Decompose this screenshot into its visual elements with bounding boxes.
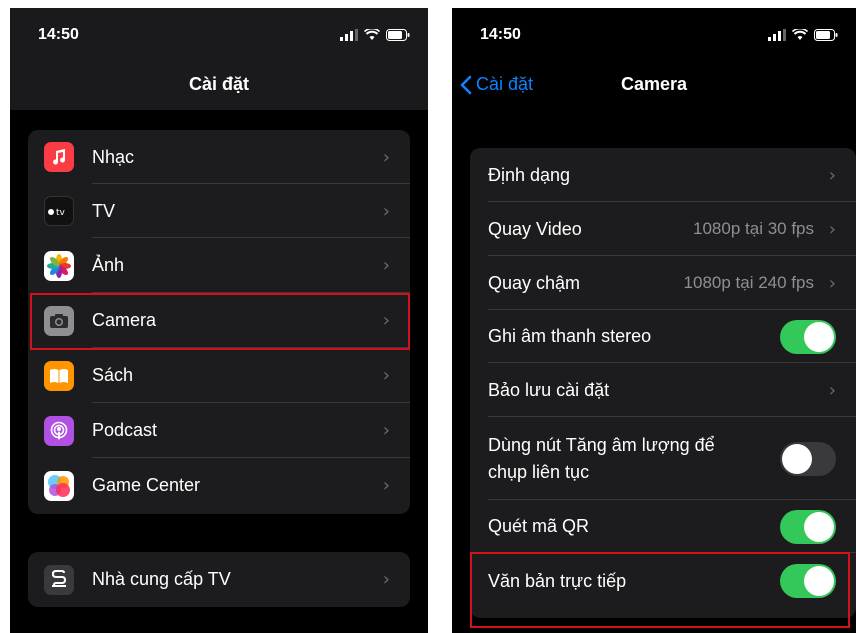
photos-icon xyxy=(44,250,74,281)
chevron-right-icon: › xyxy=(382,255,390,276)
scan-qr-toggle[interactable] xyxy=(780,509,836,544)
settings-item-label: Bảo lưu cài đặt xyxy=(488,379,610,400)
chevron-right-icon: › xyxy=(382,475,390,496)
chevron-right-icon: › xyxy=(828,164,836,186)
status-time: 14:50 xyxy=(480,26,521,43)
chevron-right-icon: › xyxy=(382,569,390,590)
settings-item-label: Dùng nút Tăng âm lượng để chụp liên tục xyxy=(488,432,715,486)
label-line-1: Dùng nút Tăng âm lượng để xyxy=(488,434,715,455)
settings-item-label: Podcast xyxy=(92,420,158,440)
camera-settings-group: Định dạng › Quay Video 1080p tại 30 fps … xyxy=(470,148,856,618)
settings-group-tv-provider: Nhà cung cấp TV › xyxy=(28,552,410,607)
apple-tv-icon: tv xyxy=(44,196,74,226)
settings-item-label: Định dạng xyxy=(488,164,571,185)
live-text-highlight-box xyxy=(470,552,850,628)
podcast-icon xyxy=(44,415,74,446)
left-phone-screen: 14:50 Cài đặt Nhạc › tv TV › Ảnh › Camer… xyxy=(10,8,428,633)
battery-icon xyxy=(814,29,838,41)
settings-item-preserve-settings[interactable]: Bảo lưu cài đặt › xyxy=(470,363,856,417)
settings-item-label: Game Center xyxy=(92,475,201,495)
record-video-value: 1080p tại 30 fps xyxy=(693,219,814,238)
status-icons xyxy=(768,29,838,41)
books-icon xyxy=(44,360,74,391)
record-slo-mo-value: 1080p tại 240 fps xyxy=(683,273,814,292)
tv-provider-icon xyxy=(44,564,74,595)
settings-item-tv[interactable]: tv TV › xyxy=(28,184,410,238)
settings-item-music[interactable]: Nhạc › xyxy=(28,130,410,184)
settings-item-scan-qr: Quét mã QR xyxy=(470,500,856,553)
toggle-knob xyxy=(804,511,834,542)
settings-item-books[interactable]: Sách › xyxy=(28,348,410,403)
settings-item-record-slo-mo[interactable]: Quay chậm 1080p tại 240 fps › xyxy=(470,256,856,310)
chevron-right-icon: › xyxy=(828,272,836,294)
settings-item-podcast[interactable]: Podcast › xyxy=(28,403,410,458)
chevron-right-icon: › xyxy=(828,218,836,240)
status-icons xyxy=(340,29,410,41)
back-label: Cài đặt xyxy=(476,74,534,94)
status-bar: 14:50 xyxy=(452,26,856,48)
back-button[interactable]: Cài đặt xyxy=(460,74,533,95)
game-center-icon xyxy=(44,470,74,501)
settings-item-label: Quay chậm xyxy=(488,272,581,293)
wifi-icon xyxy=(364,29,380,40)
music-icon xyxy=(44,142,74,172)
toggle-knob xyxy=(782,443,812,474)
settings-item-formats[interactable]: Định dạng › xyxy=(470,148,856,202)
chevron-right-icon: › xyxy=(382,200,390,222)
settings-item-label: Ghi âm thanh stereo xyxy=(488,326,652,346)
wifi-icon xyxy=(792,29,808,40)
settings-item-photos[interactable]: Ảnh › xyxy=(28,238,410,293)
settings-item-label: Quay Video xyxy=(488,218,582,239)
chevron-right-icon: › xyxy=(382,146,390,168)
volume-burst-toggle[interactable] xyxy=(780,441,836,476)
page-title: Camera xyxy=(620,74,688,94)
settings-item-record-video[interactable]: Quay Video 1080p tại 30 fps › xyxy=(470,202,856,256)
signal-icon xyxy=(340,29,358,41)
settings-item-label: Ảnh xyxy=(92,255,125,275)
settings-item-game-center[interactable]: Game Center › xyxy=(28,458,410,513)
svg-text:tv: tv xyxy=(56,208,66,217)
settings-item-label: Quét mã QR xyxy=(488,516,590,536)
chevron-left-icon xyxy=(460,75,472,94)
settings-item-label: Nhạc xyxy=(92,146,135,167)
chevron-right-icon: › xyxy=(382,365,390,386)
settings-item-tv-provider[interactable]: Nhà cung cấp TV › xyxy=(28,552,410,607)
nav-bar: Cài đặt Camera xyxy=(452,74,856,98)
chevron-right-icon: › xyxy=(382,420,390,441)
settings-item-label: TV xyxy=(92,200,116,221)
label-line-2: chụp liên tục xyxy=(488,461,590,482)
signal-icon xyxy=(768,29,786,41)
chevron-right-icon: › xyxy=(828,379,836,401)
camera-highlight-box xyxy=(30,293,410,350)
record-stereo-toggle[interactable] xyxy=(780,319,836,354)
battery-icon xyxy=(386,29,410,41)
right-phone-screen: 14:50 Cài đặt Camera Định dạng › Quay Vi… xyxy=(452,8,856,633)
toggle-knob xyxy=(804,321,834,352)
settings-item-record-stereo: Ghi âm thanh stereo xyxy=(470,310,856,363)
settings-item-label: Nhà cung cấp TV xyxy=(92,569,231,589)
settings-item-label: Sách xyxy=(92,365,134,385)
status-time: 14:50 xyxy=(38,26,79,43)
status-bar: 14:50 xyxy=(10,26,428,48)
settings-item-volume-burst: Dùng nút Tăng âm lượng để chụp liên tục xyxy=(470,417,856,500)
page-title: Cài đặt xyxy=(188,74,249,94)
